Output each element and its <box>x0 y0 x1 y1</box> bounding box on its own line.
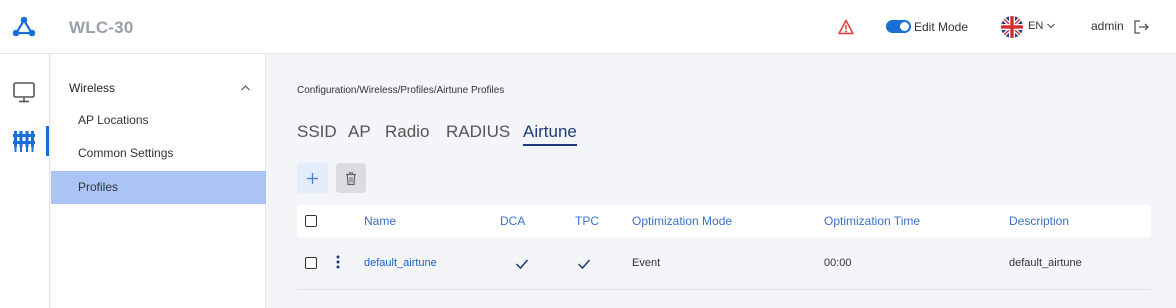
top-bar: WLC-30 Edit Mode EN admin <box>0 0 1176 54</box>
optimization-time-value: 00:00 <box>824 257 852 269</box>
configuration-icon[interactable] <box>12 130 36 154</box>
table-header: Name DCA TPC Optimization Mode Optimizat… <box>297 205 1151 237</box>
row-checkbox[interactable] <box>305 257 317 269</box>
app-title: WLC-30 <box>69 18 134 37</box>
column-header-description[interactable]: Description <box>1009 214 1069 228</box>
nav-item-ap-locations[interactable]: AP Locations <box>51 104 266 137</box>
profile-name-link[interactable]: default_airtune <box>364 257 437 269</box>
nav-item-profiles[interactable]: Profiles <box>51 171 266 204</box>
uk-flag-icon[interactable] <box>1001 16 1023 38</box>
delete-button[interactable] <box>336 163 366 193</box>
alert-icon[interactable] <box>838 19 854 35</box>
chevron-up-icon[interactable] <box>240 84 251 92</box>
column-header-optimization-mode[interactable]: Optimization Mode <box>632 214 732 228</box>
breadcrumb: Configuration/Wireless/Profiles/Airtune … <box>297 85 505 96</box>
nav-panel: Wireless AP Locations Common Settings Pr… <box>51 54 266 308</box>
tab-radio[interactable]: Radio <box>385 122 429 142</box>
column-header-tpc[interactable]: TPC <box>575 214 599 228</box>
column-header-name[interactable]: Name <box>364 214 396 228</box>
language-label[interactable]: EN <box>1028 20 1043 32</box>
tab-ssid[interactable]: SSID <box>297 122 337 142</box>
plus-icon <box>307 173 318 184</box>
logout-icon[interactable] <box>1133 19 1150 35</box>
tab-ap[interactable]: AP <box>348 122 371 142</box>
tab-airtune[interactable]: Airtune <box>523 122 577 146</box>
rail-active-indicator <box>46 126 49 156</box>
edit-mode-toggle[interactable] <box>886 20 911 33</box>
tpc-check-icon <box>577 259 591 270</box>
chevron-down-icon[interactable] <box>1046 22 1056 30</box>
dca-check-icon <box>515 259 529 270</box>
more-options-icon[interactable] <box>336 255 340 269</box>
trash-icon <box>346 172 356 186</box>
description-value: default_airtune <box>1009 257 1082 269</box>
nav-item-common-settings[interactable]: Common Settings <box>51 137 266 170</box>
app-logo-icon[interactable] <box>11 15 37 39</box>
monitor-icon[interactable] <box>12 81 36 103</box>
optimization-mode-value: Event <box>632 257 661 269</box>
add-button[interactable] <box>297 163 328 193</box>
column-header-dca[interactable]: DCA <box>500 214 525 228</box>
column-header-optimization-time[interactable]: Optimization Time <box>824 214 920 228</box>
table-row[interactable]: default_airtune Event 00:00 default_airt… <box>297 245 1151 290</box>
tab-radius[interactable]: RADIUS <box>446 122 510 142</box>
select-all-checkbox[interactable] <box>305 215 317 227</box>
airtune-profiles-table: Name DCA TPC Optimization Mode Optimizat… <box>297 205 1151 291</box>
left-rail <box>0 54 50 308</box>
user-name[interactable]: admin <box>1091 19 1124 33</box>
edit-mode-label: Edit Mode <box>914 20 969 34</box>
nav-section-wireless[interactable]: Wireless <box>69 81 115 95</box>
